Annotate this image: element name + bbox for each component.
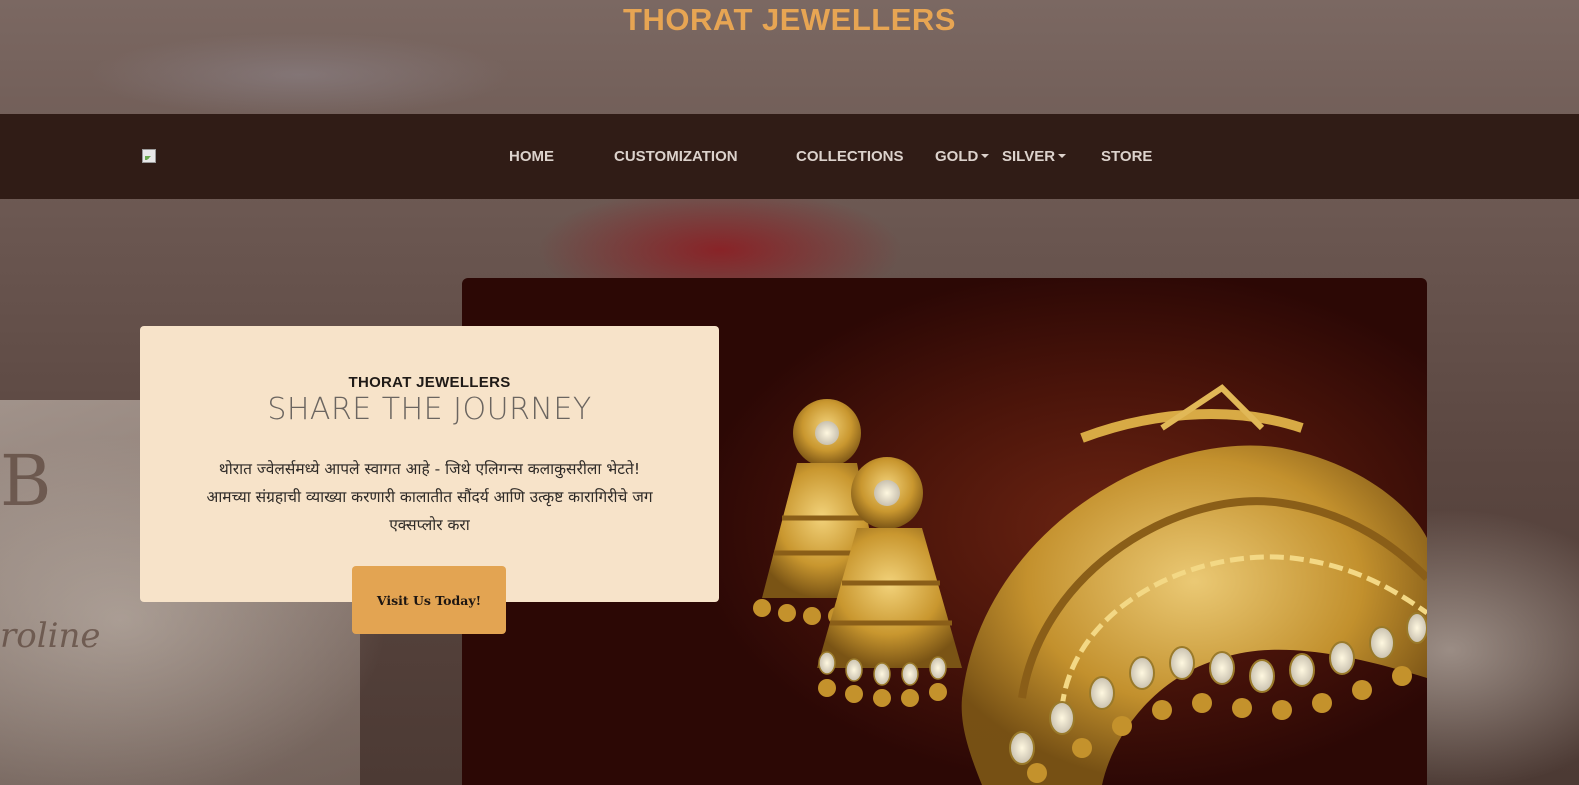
visit-us-button[interactable]: Visit Us Today!	[352, 566, 506, 634]
nav-silver-label: SILVER	[1002, 148, 1056, 165]
nav-gold-dropdown[interactable]: GOLD	[935, 148, 990, 165]
hero-tagline: SHARE THE JOURNEY	[267, 392, 592, 427]
nav-home[interactable]: HOME	[509, 148, 554, 165]
hero-description-line: एक्सप्लोर करा	[389, 516, 470, 534]
logo-link[interactable]	[142, 146, 234, 166]
hero-description-line: थोरात ज्वेलर्समध्ये आपले स्वागत आहे - जि…	[218, 460, 641, 478]
background-monogram: B	[0, 440, 52, 522]
hero-description-line: आमच्या संग्रहाची व्याख्या करणारी कालातीत…	[206, 488, 653, 506]
caret-down-icon	[981, 154, 990, 158]
broken-image-icon	[142, 149, 156, 163]
hero-description: थोरात ज्वेलर्समध्ये आपले स्वागत आहे - जि…	[180, 455, 679, 539]
nav-store[interactable]: STORE	[1101, 148, 1152, 165]
nav-collections[interactable]: COLLECTIONS	[796, 148, 904, 165]
hero-intro-card: THORAT JEWELLERS SHARE THE JOURNEY थोरात…	[140, 326, 719, 602]
caret-down-icon	[1058, 154, 1067, 158]
background-script: roline	[0, 616, 101, 656]
main-navbar: HOME CUSTOMIZATION COLLECTIONS GOLD SILV…	[0, 114, 1579, 199]
nav-customization[interactable]: CUSTOMIZATION	[614, 148, 738, 165]
site-title: THORAT JEWELLERS	[623, 2, 956, 37]
nav-silver-dropdown[interactable]: SILVER	[1002, 148, 1067, 165]
nav-gold-label: GOLD	[935, 148, 979, 165]
hero-brand: THORAT JEWELLERS	[348, 374, 511, 391]
